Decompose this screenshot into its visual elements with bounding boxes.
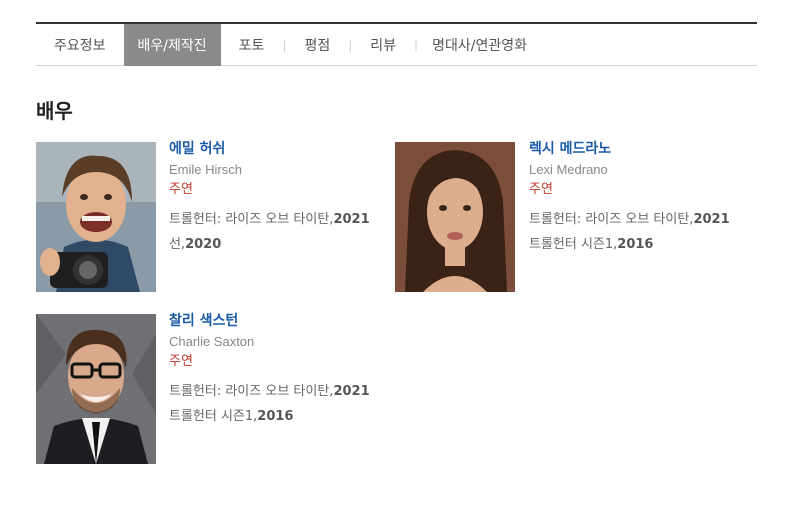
movie-tab-bar: 주요정보 배우/제작진 포토 | 평점 | 리뷰 | 명대사/연관영화 [36,22,757,66]
tab-photo[interactable]: 포토 [221,24,283,66]
actor-korean-name[interactable]: 렉시 메드라노 [529,140,730,158]
filmography-list: 트롤헌터: 라이즈 오브 타이탄,2021 트롤헌터 시즌1,2016 [169,383,370,425]
film-year: 2016 [257,409,294,424]
actor-photo[interactable] [36,142,156,292]
filmography-item[interactable]: 선,2020 [169,236,370,253]
film-year: 2016 [617,237,654,252]
tab-review[interactable]: 리뷰 [352,24,414,66]
film-year: 2021 [333,212,370,227]
filmography-item[interactable]: 트롤헌터 시즌1,2016 [529,236,730,253]
actor-english-name: Charlie Saxton [169,334,255,349]
film-year: 2020 [185,237,222,252]
filmography-item[interactable]: 트롤헌터: 라이즈 오브 타이탄,2021 [169,383,370,400]
film-title: 트롤헌터: 라이즈 오브 타이탄, [169,212,334,227]
tab-quotes-related[interactable]: 명대사/연관영화 [418,24,541,66]
actor-photo[interactable] [36,314,156,464]
film-title: 트롤헌터 시즌1, [169,409,258,424]
film-title: 트롤헌터 시즌1, [529,237,618,252]
tab-main-info[interactable]: 주요정보 [36,24,124,66]
actor-info: 에밀 허쉬 Emile Hirsch 주연 트롤헌터: 라이즈 오브 타이탄,2… [169,140,370,261]
film-title: 트롤헌터: 라이즈 오브 타이탄, [169,384,334,399]
actor-photo[interactable] [395,142,515,292]
film-title: 선, [169,237,186,252]
actor-korean-name[interactable]: 에밀 허쉬 [169,140,370,158]
filmography-list: 트롤헌터: 라이즈 오브 타이탄,2021 트롤헌터 시즌1,2016 [529,211,730,253]
filmography-item[interactable]: 트롤헌터 시즌1,2016 [169,408,370,425]
film-year: 2021 [333,384,370,399]
actor-info: 찰리 색스턴 Charlie Saxton 주연 트롤헌터: 라이즈 오브 타이… [169,312,370,433]
filmography-item[interactable]: 트롤헌터: 라이즈 오브 타이탄,2021 [529,211,730,228]
actor-info: 렉시 메드라노 Lexi Medrano 주연 트롤헌터: 라이즈 오브 타이탄… [529,140,730,261]
filmography-item[interactable]: 트롤헌터: 라이즈 오브 타이탄,2021 [169,211,370,228]
actor-english-name: Emile Hirsch [169,162,242,177]
tab-rating[interactable]: 평점 [286,24,348,66]
actor-role: 주연 [529,182,553,197]
film-title: 트롤헌터: 라이즈 오브 타이탄, [529,212,694,227]
tab-cast-crew[interactable]: 배우/제작진 [123,24,221,66]
actor-english-name: Lexi Medrano [529,162,608,177]
actor-role: 주연 [169,182,193,197]
actor-role: 주연 [169,354,193,369]
film-year: 2021 [693,212,730,227]
section-title-actors: 배우 [36,99,73,123]
filmography-list: 트롤헌터: 라이즈 오브 타이탄,2021 선,2020 [169,211,370,253]
actor-korean-name[interactable]: 찰리 색스턴 [169,312,370,330]
